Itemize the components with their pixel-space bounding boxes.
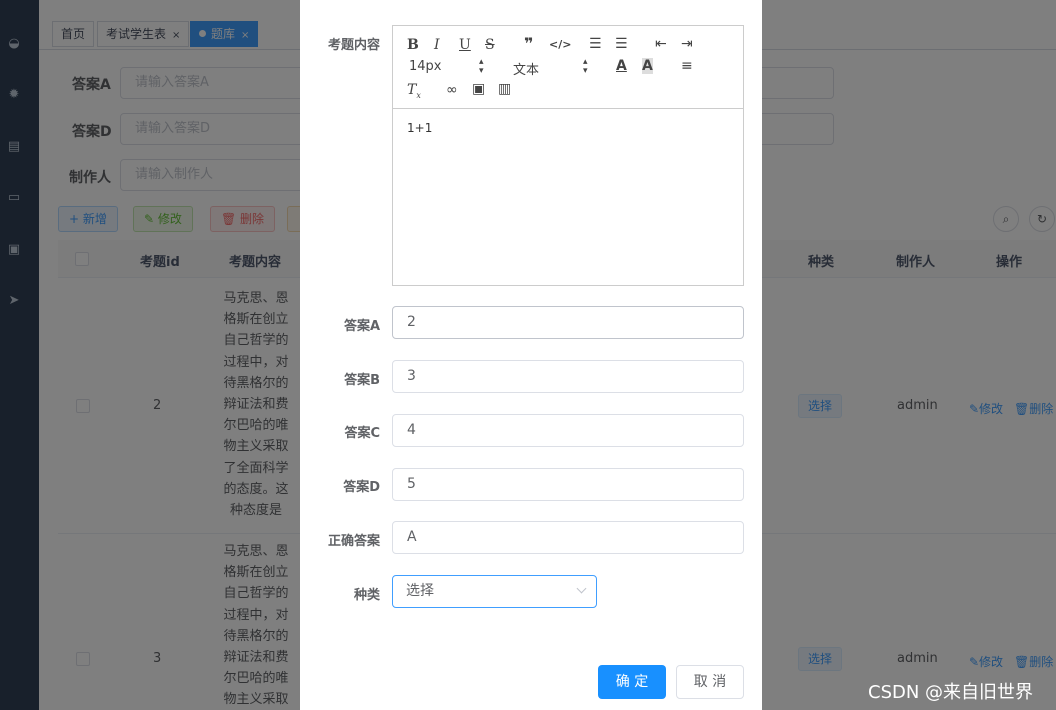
outdent-icon[interactable]: ⇤ (655, 36, 667, 52)
answer-a-label: 答案A (343, 319, 380, 334)
italic-icon[interactable]: I (434, 37, 440, 53)
answer-d-label: 答案D (343, 480, 380, 495)
ordered-list-icon[interactable]: ☰ (589, 36, 602, 52)
align-icon[interactable]: ≡ (681, 58, 693, 74)
editor-content[interactable]: 1+1 (407, 121, 432, 135)
answer-c-label: 答案C (344, 426, 380, 441)
cancel-button[interactable]: 取 消 (676, 665, 744, 699)
select-arrows-icon: ▴ ▾ (583, 57, 588, 76)
answer-d-input[interactable]: 5 (392, 468, 744, 501)
code-icon[interactable]: </> (549, 37, 571, 53)
editor-toolbar: B I U S ❞ </> ☰ ☰ ⇤ ⇥ 14px ▴ ▾ 文本 ▴ ▾ A A … (393, 26, 743, 109)
bullet-list-icon[interactable]: ☰ (615, 36, 628, 52)
type-label: 种类 (353, 588, 380, 603)
clear-format-icon[interactable]: Tx (407, 82, 421, 104)
type-select[interactable]: 选择 (392, 575, 597, 608)
chevron-down-icon (576, 583, 587, 594)
answer-b-label: 答案B (344, 373, 380, 388)
bold-icon[interactable]: B (407, 37, 419, 53)
background-color-icon[interactable]: A (642, 58, 653, 74)
block-type-select[interactable]: 文本 (513, 59, 539, 78)
answer-a-input[interactable]: 2 (392, 306, 744, 339)
content-label: 考题内容 (327, 38, 380, 53)
answer-c-input[interactable]: 4 (392, 414, 744, 447)
link-icon[interactable]: ∞ (446, 82, 458, 98)
confirm-button[interactable]: 确 定 (598, 665, 666, 699)
correct-answer-label: 正确答案 (327, 534, 380, 549)
correct-answer-input[interactable]: A (392, 521, 744, 554)
watermark: CSDN @来自旧世界 (868, 682, 1034, 703)
type-select-value: 选择 (406, 583, 434, 599)
blockquote-icon[interactable]: ❞ (524, 36, 533, 52)
strikethrough-icon[interactable]: S (485, 37, 495, 53)
video-icon[interactable]: ▥ (498, 81, 511, 97)
image-icon[interactable]: ▣ (472, 81, 485, 97)
rich-text-editor[interactable]: B I U S ❞ </> ☰ ☰ ⇤ ⇥ 14px ▴ ▾ 文本 ▴ ▾ A A … (392, 25, 744, 286)
font-size-select[interactable]: 14px (409, 59, 442, 74)
answer-b-input[interactable]: 3 (392, 360, 744, 393)
select-arrows-icon: ▴ ▾ (479, 57, 484, 76)
edit-question-dialog: 考题内容 B I U S ❞ </> ☰ ☰ ⇤ ⇥ 14px ▴ ▾ 文本 ▴ ▾… (300, 0, 762, 710)
underline-icon[interactable]: U (459, 37, 471, 53)
indent-icon[interactable]: ⇥ (681, 36, 693, 52)
font-color-icon[interactable]: A (616, 58, 627, 74)
